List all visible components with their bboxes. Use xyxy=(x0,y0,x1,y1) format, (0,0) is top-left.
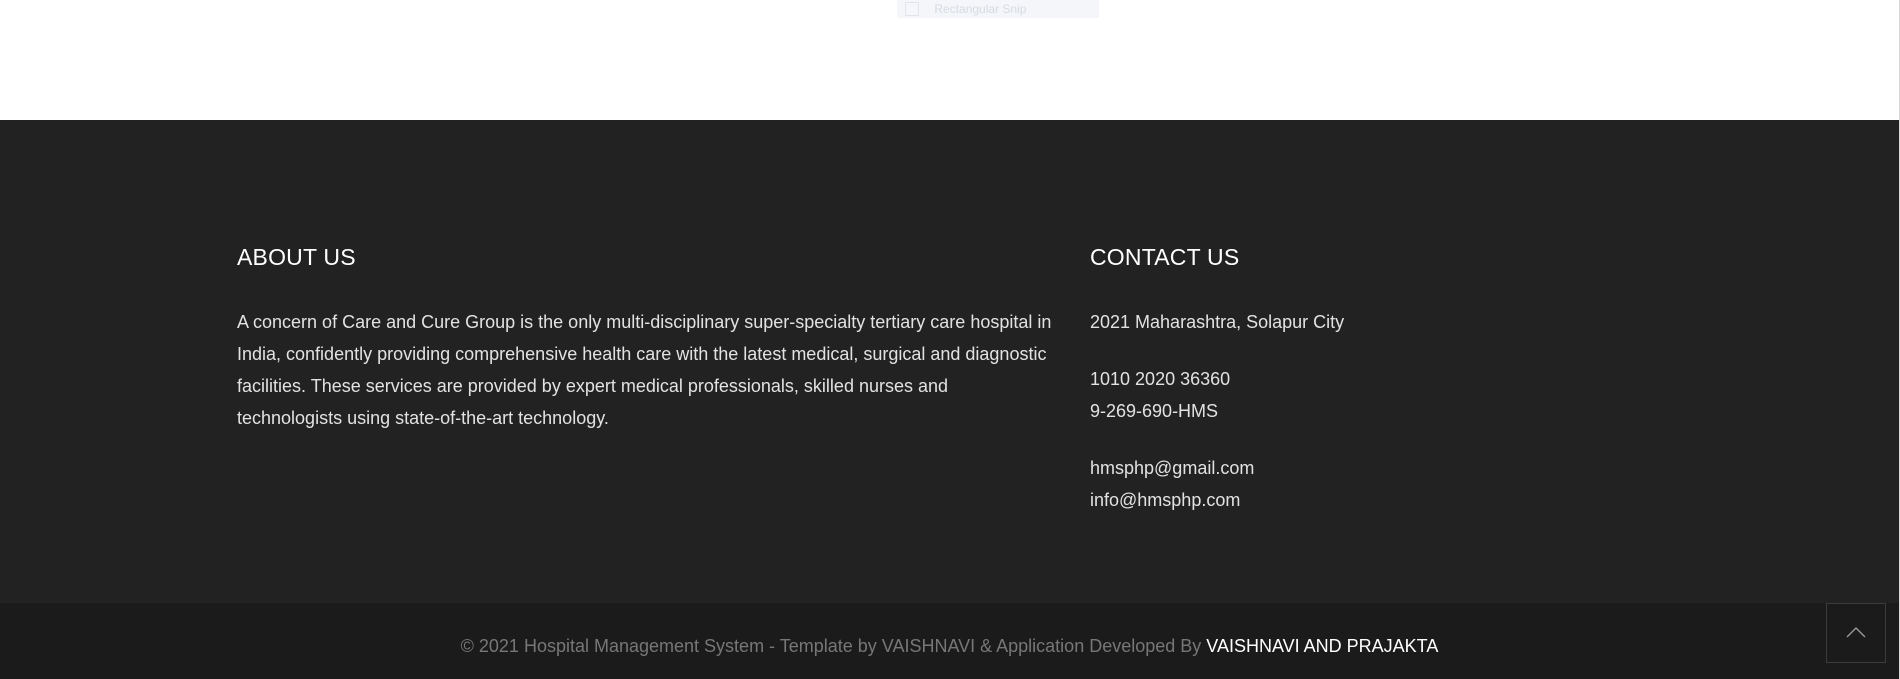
contact-phone: 1010 2020 36360 xyxy=(1090,369,1231,389)
contact-us-title: CONTACT US xyxy=(1090,244,1240,270)
chevron-up-icon xyxy=(1846,627,1866,638)
copyright-notice: © 2021 Hospital Management System - Temp… xyxy=(460,636,1207,656)
contact-address: 2021 Maharashtra, Solapur City xyxy=(1090,312,1345,332)
copyright-authors: VAISHNAVI AND PRAJAKTA xyxy=(1206,636,1439,656)
copyright-bar: © 2021 Hospital Management System - Temp… xyxy=(0,603,1899,679)
back-to-top-button[interactable] xyxy=(1826,603,1886,663)
top-white-area: Rectangular Snip xyxy=(0,0,1900,120)
about-us-text: A concern of Care and Cure Group is the … xyxy=(237,312,1052,428)
page: Rectangular Snip ABOUT US A concern of C… xyxy=(0,0,1900,679)
rectangular-snip-overlay[interactable]: Rectangular Snip xyxy=(897,0,1099,18)
snip-label: Rectangular Snip xyxy=(934,2,1027,16)
contact-email: info@hmsphp.com xyxy=(1090,490,1241,510)
site-footer: ABOUT US A concern of Care and Cure Grou… xyxy=(0,120,1899,603)
scissors-icon xyxy=(905,2,919,16)
contact-phone: 9-269-690-HMS xyxy=(1090,401,1219,421)
contact-email: hmsphp@gmail.com xyxy=(1090,458,1255,478)
copyright-text: © 2021 Hospital Management System - Temp… xyxy=(0,631,1899,661)
about-us-title: ABOUT US xyxy=(237,244,356,270)
